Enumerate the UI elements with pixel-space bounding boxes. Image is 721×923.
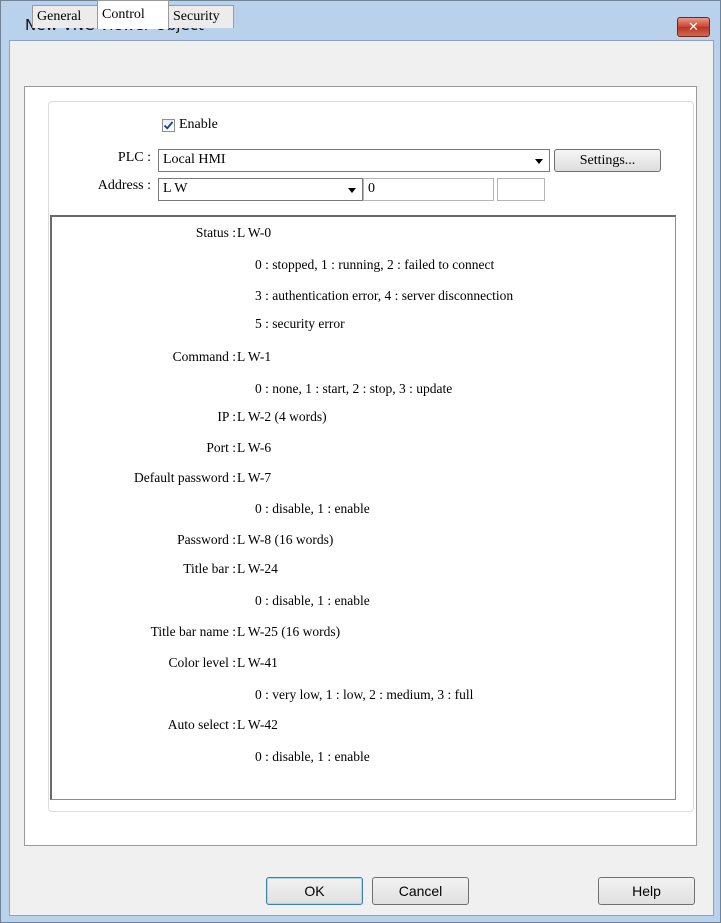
info-row: 0 : stopped, 1 : running, 2 : failed to … — [0, 257, 721, 277]
info-value: 3 : authentication error, 4 : server dis… — [255, 288, 514, 303]
info-row: Password :L W-8 (16 words) — [0, 532, 721, 552]
tab-control-label: Control — [102, 7, 145, 22]
info-row: Status :L W-0 — [0, 225, 721, 245]
plc-label: PLC : — [117, 150, 151, 165]
info-key: Default password : — [134, 470, 236, 485]
help-button-label: Help — [632, 883, 661, 899]
help-button[interactable]: Help — [598, 877, 695, 905]
info-value: L W-7 — [237, 470, 272, 485]
info-value: L W-1 — [237, 349, 272, 364]
tab-general-label: General — [37, 9, 82, 24]
enable-checkbox[interactable] — [162, 118, 175, 132]
info-row: Default password :L W-7 — [0, 470, 721, 490]
info-key: Password : — [177, 532, 236, 547]
settings-button[interactable]: Settings... — [554, 149, 661, 172]
info-value: L W-0 — [237, 225, 272, 240]
address-extra-input[interactable] — [497, 178, 545, 201]
close-icon: ✕ — [688, 19, 699, 35]
plc-select-value: Local HMI — [163, 152, 226, 167]
info-row: Title bar :L W-24 — [0, 561, 721, 581]
info-row: 0 : disable, 1 : enable — [0, 749, 721, 769]
info-row: 5 : security error — [0, 316, 721, 336]
info-value: L W-8 (16 words) — [237, 532, 334, 547]
info-key: Port : — [206, 440, 236, 455]
cancel-button-label: Cancel — [398, 883, 443, 899]
info-row: 0 : disable, 1 : enable — [0, 501, 721, 521]
info-key: Title bar : — [183, 561, 236, 576]
address-device-select[interactable]: L W — [158, 178, 363, 201]
address-input-value: 0 — [368, 181, 375, 196]
info-value: 0 : disable, 1 : enable — [255, 749, 370, 764]
tab-control[interactable]: Control — [97, 0, 169, 29]
address-device-value: L W — [163, 181, 188, 196]
info-value: L W-41 — [237, 655, 278, 670]
info-value: 0 : very low, 1 : low, 2 : medium, 3 : f… — [255, 687, 474, 702]
info-row: Title bar name :L W-25 (16 words) — [0, 624, 721, 644]
info-value: 0 : disable, 1 : enable — [255, 593, 370, 608]
tab-security[interactable]: Security — [168, 5, 234, 28]
info-key: Status : — [195, 225, 236, 240]
info-key: Auto select : — [167, 717, 236, 732]
address-label: Address : — [97, 178, 151, 193]
info-value: L W-42 — [237, 717, 278, 732]
info-row: Command :L W-1 — [0, 349, 721, 369]
ok-button[interactable]: OK — [266, 877, 363, 905]
info-key: Title bar name : — [150, 624, 236, 639]
info-row: 0 : none, 1 : start, 2 : stop, 3 : updat… — [0, 381, 721, 401]
info-row: Color level :L W-41 — [0, 655, 721, 675]
info-value: 5 : security error — [255, 316, 345, 331]
chevron-down-icon — [535, 159, 543, 164]
info-value: L W-25 (16 words) — [237, 624, 341, 639]
checkmark-icon — [163, 120, 174, 130]
info-value: L W-6 — [237, 440, 272, 455]
chevron-down-icon — [348, 188, 356, 193]
ok-button-label: OK — [304, 883, 325, 899]
enable-label: Enable — [179, 117, 218, 132]
info-value: L W-2 (4 words) — [237, 409, 327, 424]
info-value: 0 : none, 1 : start, 2 : stop, 3 : updat… — [255, 381, 453, 396]
info-value: 0 : disable, 1 : enable — [255, 501, 370, 516]
address-input[interactable]: 0 — [363, 178, 494, 201]
plc-select[interactable]: Local HMI — [158, 149, 550, 172]
info-key: Command : — [172, 349, 236, 364]
info-row: 0 : very low, 1 : low, 2 : medium, 3 : f… — [0, 687, 721, 707]
info-value: L W-24 — [237, 561, 278, 576]
tab-general[interactable]: General — [32, 5, 98, 28]
info-row: Port :L W-6 — [0, 440, 721, 460]
info-row: Auto select :L W-42 — [0, 717, 721, 737]
enable-checkbox-row[interactable]: Enable — [162, 117, 218, 133]
tab-security-label: Security — [173, 9, 220, 24]
info-key: IP : — [217, 409, 236, 424]
info-row: 0 : disable, 1 : enable — [0, 593, 721, 613]
close-button[interactable]: ✕ — [677, 17, 710, 37]
cancel-button[interactable]: Cancel — [372, 877, 469, 905]
info-row: IP :L W-2 (4 words) — [0, 409, 721, 429]
settings-button-label: Settings... — [579, 152, 636, 168]
info-value: 0 : stopped, 1 : running, 2 : failed to … — [255, 257, 495, 272]
info-key: Color level : — [168, 655, 237, 670]
info-row: 3 : authentication error, 4 : server dis… — [0, 288, 721, 308]
